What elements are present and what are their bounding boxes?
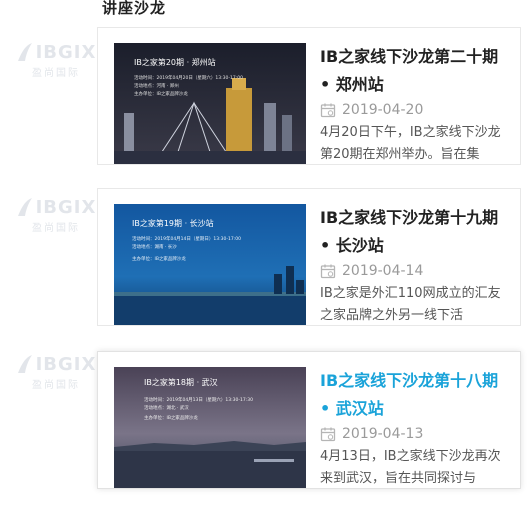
svg-text:IB之家第20期 · 郑州站: IB之家第20期 · 郑州站 (134, 57, 216, 67)
article-card[interactable]: IB之家第20期 · 郑州站 活动时间：2019年04月20日（星期六）13:3… (97, 27, 521, 165)
calendar-icon (320, 264, 336, 279)
svg-text:活动时间：2019年04月14日（星期日）13:30-17:: 活动时间：2019年04月14日（星期日）13:30-17:00 (132, 235, 241, 242)
svg-text:活动时间：2019年04月13日（星期六）13:30-17:: 活动时间：2019年04月13日（星期六）13:30-17:30 (144, 396, 253, 403)
article-thumbnail[interactable]: IB之家第20期 · 郑州站 活动时间：2019年04月20日（星期六）13:3… (114, 43, 306, 164)
svg-text:活动地点：湖北 · 武汉: 活动地点：湖北 · 武汉 (144, 404, 189, 411)
wing-icon (17, 355, 32, 373)
article-thumbnail[interactable]: IB之家第18期 · 武汉 活动时间：2019年04月13日（星期六）13:30… (114, 367, 306, 488)
article-summary: 4月20日下午，IB之家线下沙龙第20期在郑州举办。旨在集 (320, 125, 501, 162)
article-date: 2019-04-13 (320, 426, 423, 442)
article-title[interactable]: IB之家线下沙龙第十八期 • 武汉站 (320, 367, 506, 423)
section-title: 讲座沙龙 (102, 0, 167, 17)
svg-text:主办单位：IB之家品牌沙龙: 主办单位：IB之家品牌沙龙 (132, 255, 186, 262)
article-date: 2019-04-20 (320, 102, 423, 118)
svg-text:IB之家第19期 · 长沙站: IB之家第19期 · 长沙站 (132, 218, 214, 228)
article-date: 2019-04-14 (320, 263, 423, 279)
svg-text:主办单位：IB之家品牌沙龙: 主办单位：IB之家品牌沙龙 (134, 90, 188, 97)
svg-text:活动地点：湖南 · 长沙: 活动地点：湖南 · 长沙 (132, 243, 177, 250)
svg-text:主办单位：IB之家品牌沙龙: 主办单位：IB之家品牌沙龙 (144, 414, 198, 421)
article-card[interactable]: IB之家第19期 · 长沙站 活动时间：2019年04月14日（星期日）13:3… (97, 188, 521, 326)
watermark-logo: IBGIX 盈尚国际 (10, 185, 102, 245)
wing-icon (17, 43, 32, 61)
article-title[interactable]: IB之家线下沙龙第十九期 • 长沙站 (320, 204, 506, 260)
watermark-logo: IBGIX 盈尚国际 (10, 30, 102, 90)
article-thumbnail[interactable]: IB之家第19期 · 长沙站 活动时间：2019年04月14日（星期日）13:3… (114, 204, 306, 325)
watermark-logo: IBGIX 盈尚国际 (10, 342, 102, 402)
article-summary: IB之家是外汇110网成立的汇友之家品牌之外另一线下活 (320, 286, 501, 323)
article-title[interactable]: IB之家线下沙龙第二十期 • 郑州站 (320, 43, 506, 99)
wing-icon (17, 198, 32, 216)
svg-text:活动时间：2019年04月20日（星期六）13:30-17:: 活动时间：2019年04月20日（星期六）13:30-17:00 (134, 74, 243, 81)
article-summary: 4月13日，IB之家线下沙龙再次来到武汉，旨在共同探讨与 (320, 449, 501, 486)
svg-text:IB之家第18期 · 武汉: IB之家第18期 · 武汉 (144, 377, 218, 387)
calendar-icon (320, 427, 336, 442)
calendar-icon (320, 103, 336, 118)
svg-text:活动地点：河南 · 郑州: 活动地点：河南 · 郑州 (134, 82, 179, 89)
article-card[interactable]: IB之家第18期 · 武汉 活动时间：2019年04月13日（星期六）13:30… (97, 351, 521, 489)
